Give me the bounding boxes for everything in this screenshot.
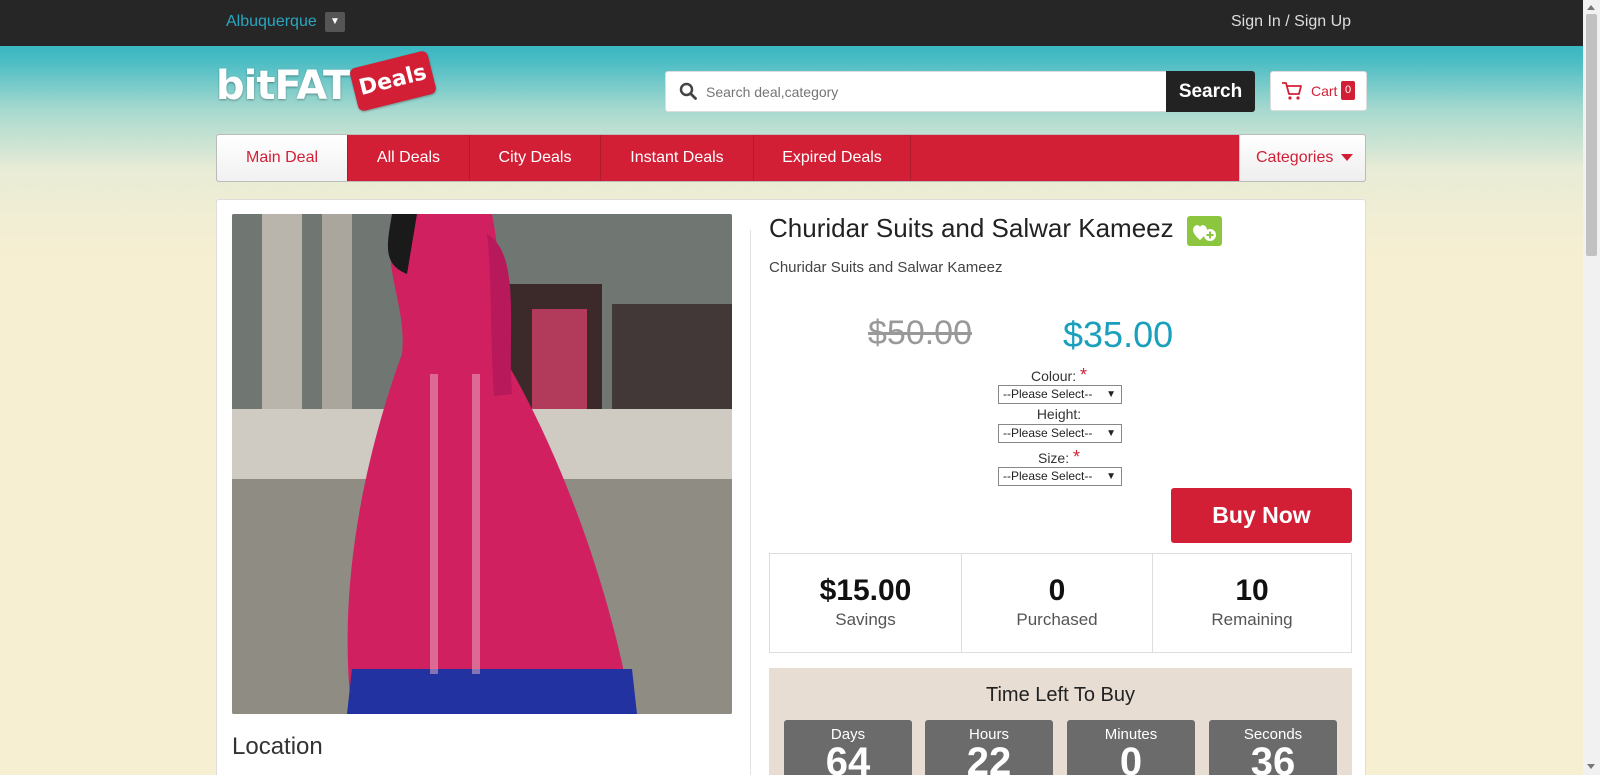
timer-seconds: Seconds 36 (1209, 720, 1337, 775)
size-label: Size: * (994, 447, 1124, 468)
stat-purchased: 0 Purchased (962, 554, 1153, 652)
size-select-value: --Please Select-- (1003, 469, 1093, 483)
product-image[interactable] (232, 214, 732, 714)
scroll-down-arrow-icon[interactable] (1587, 764, 1595, 769)
stat-value: 0 (1048, 574, 1066, 607)
chevron-down-icon[interactable]: ▼ (325, 12, 345, 32)
cart-button[interactable]: Cart 0 (1270, 71, 1367, 111)
top-bar: Albuquerque ▼ Sign In / Sign Up (0, 0, 1583, 46)
scroll-up-arrow-icon[interactable] (1587, 5, 1595, 10)
categories-dropdown[interactable]: Categories (1239, 135, 1365, 181)
height-label: Height: (994, 406, 1124, 422)
cart-icon (1282, 82, 1302, 100)
stat-value: 10 (1235, 574, 1269, 607)
colour-label: Colour: * (994, 365, 1124, 386)
search-button[interactable]: Search (1166, 71, 1255, 112)
size-select[interactable]: --Please Select-- ▼ (998, 467, 1122, 486)
timer-unit-value: 0 (1119, 740, 1143, 775)
dropdown-arrow-icon: ▼ (1106, 471, 1116, 482)
stat-remaining: 10 Remaining (1153, 554, 1351, 652)
height-select-value: --Please Select-- (1003, 426, 1093, 440)
dropdown-arrow-icon: ▼ (1106, 428, 1116, 439)
nav-city-deals[interactable]: City Deals (470, 135, 601, 181)
nav-main-deal[interactable]: Main Deal (217, 135, 348, 181)
page-scrollbar[interactable] (1583, 0, 1600, 775)
timer-unit-value: 22 (966, 740, 1012, 775)
search-box (665, 71, 1168, 112)
timer-days: Days 64 (784, 720, 912, 775)
site-logo[interactable]: bitFAT Deals (216, 49, 438, 122)
stat-label: Remaining (1211, 610, 1293, 629)
cart-count-badge: 0 (1341, 81, 1355, 100)
scrollbar-thumb[interactable] (1586, 14, 1597, 256)
heart-plus-icon (1193, 225, 1216, 241)
required-marker: * (1073, 447, 1081, 467)
search-input[interactable] (706, 72, 1161, 111)
deal-price: $35.00 (1063, 314, 1174, 355)
timer-title: Time Left To Buy (986, 684, 1135, 706)
search-icon (679, 82, 697, 100)
logo-tag: Deals (348, 49, 438, 113)
height-select[interactable]: --Please Select-- ▼ (998, 424, 1122, 443)
deal-stats: $15.00 Savings 0 Purchased 10 Remaining (769, 553, 1352, 653)
cart-label: Cart (1311, 83, 1338, 99)
timer-hours: Hours 22 (925, 720, 1053, 775)
size-label-text: Size: (1037, 450, 1070, 466)
colour-select-value: --Please Select-- (1003, 387, 1093, 401)
timer-unit-value: 36 (1250, 740, 1296, 775)
caret-down-icon (1341, 154, 1354, 162)
signin-link[interactable]: Sign In / Sign Up (1231, 13, 1351, 31)
deal-subtitle: Churidar Suits and Salwar Kameez (769, 259, 1003, 276)
timer-minutes: Minutes 0 (1067, 720, 1195, 775)
original-price: $50.00 (868, 314, 972, 352)
main-nav: Main Deal All Deals City Deals Instant D… (216, 134, 1366, 182)
required-marker: * (1080, 365, 1088, 385)
countdown-timer: Time Left To Buy Days 64 Hours 22 Minute… (769, 668, 1352, 775)
dropdown-arrow-icon: ▼ (1106, 389, 1116, 400)
stat-value: $15.00 (819, 574, 912, 607)
stat-label: Purchased (1016, 610, 1098, 629)
nav-all-deals[interactable]: All Deals (348, 135, 470, 181)
categories-label: Categories (1256, 149, 1334, 166)
product-photo-illustration (232, 214, 732, 714)
logo-wordmark: bitFAT (216, 63, 350, 109)
height-label-text: Height: (1036, 406, 1082, 422)
colour-label-text: Colour: (1030, 368, 1077, 384)
wishlist-button[interactable] (1187, 216, 1222, 246)
stat-savings: $15.00 Savings (770, 554, 962, 652)
buy-now-button[interactable]: Buy Now (1171, 488, 1352, 543)
stat-label: Savings (835, 610, 896, 629)
column-divider (750, 230, 751, 775)
city-selector[interactable]: Albuquerque (226, 13, 317, 31)
timer-unit-value: 64 (825, 740, 871, 775)
colour-select[interactable]: --Please Select-- ▼ (998, 385, 1122, 404)
location-heading: Location (232, 733, 323, 760)
nav-instant-deals[interactable]: Instant Deals (601, 135, 754, 181)
deal-title: Churidar Suits and Salwar Kameez (769, 213, 1174, 243)
nav-expired-deals[interactable]: Expired Deals (754, 135, 911, 181)
